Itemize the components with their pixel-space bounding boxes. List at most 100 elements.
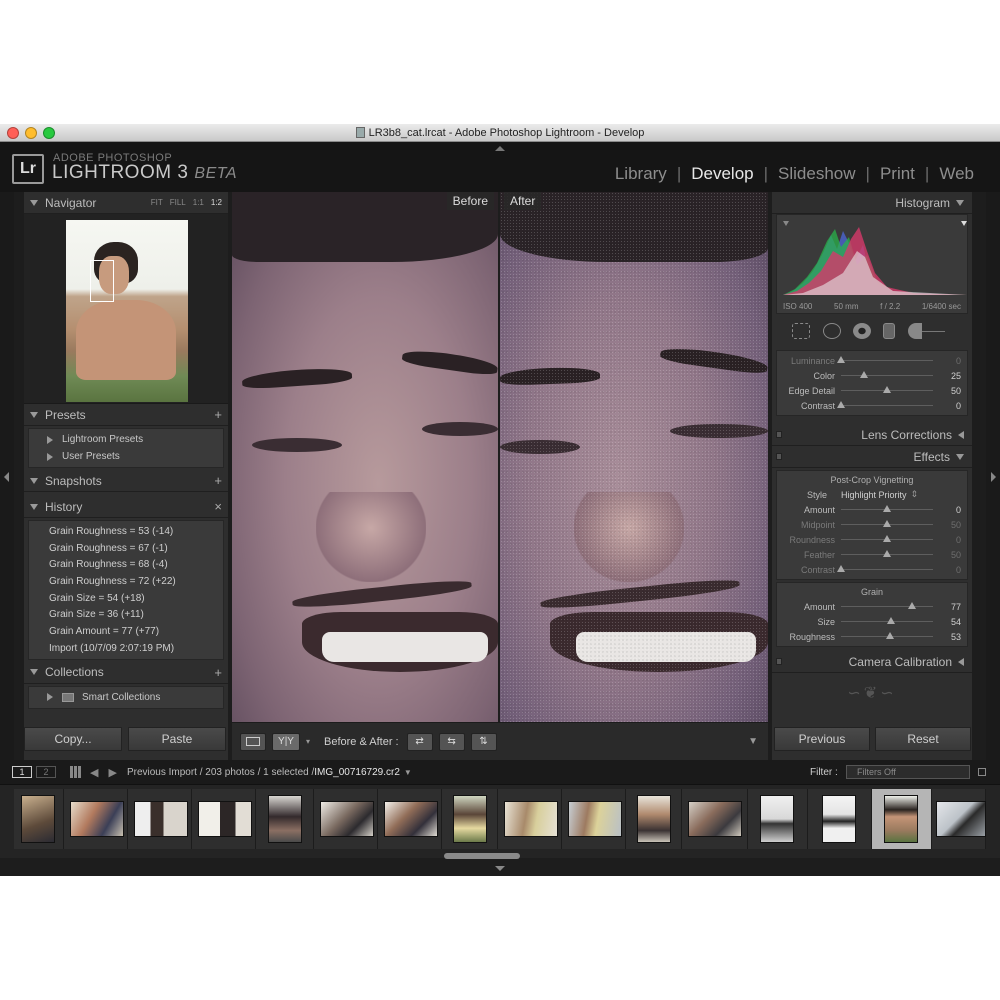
filmstrip-thumbnail[interactable]	[626, 789, 682, 849]
slider-knob[interactable]	[837, 356, 845, 363]
crop-tool-icon[interactable]	[792, 323, 811, 339]
add-collection-icon[interactable]: +	[214, 665, 222, 680]
top-panel-arrow-icon[interactable]	[495, 146, 505, 151]
filename-dropdown-icon[interactable]: ▼	[404, 768, 412, 777]
filter-lock-icon[interactable]	[978, 768, 986, 776]
loupe-view-button[interactable]	[240, 732, 266, 751]
filmstrip-thumbnail[interactable]	[64, 789, 128, 849]
grain-size-slider[interactable]: Size 54	[777, 614, 967, 629]
add-snapshot-icon[interactable]: +	[214, 473, 222, 488]
before-image[interactable]: Before	[232, 192, 498, 722]
collections-header[interactable]: Collections +	[24, 661, 228, 684]
camera-calibration-header[interactable]: Camera Calibration	[772, 651, 972, 673]
filmstrip-thumbnail[interactable]	[562, 789, 626, 849]
zoom-1-2[interactable]: 1:2	[211, 198, 222, 207]
noise-contrast-slider[interactable]: Contrast 0	[777, 398, 967, 413]
current-filename[interactable]: IMG_00716729.cr2	[314, 767, 400, 778]
paste-button[interactable]: Paste	[128, 727, 226, 751]
view-dropdown-icon[interactable]: ▾	[306, 737, 310, 746]
after-image[interactable]: After	[500, 192, 768, 722]
filmstrip-thumbnail[interactable]	[128, 789, 192, 849]
noise-edge-detail-slider[interactable]: Edge Detail 50	[777, 383, 967, 398]
grain-amount-slider[interactable]: Amount 77	[777, 599, 967, 614]
vignette-contrast-slider[interactable]: Contrast 0	[777, 562, 967, 577]
copy-after-to-before-button[interactable]: ⇆	[438, 732, 465, 751]
history-item[interactable]: Import (10/7/09 2:07:19 PM)	[29, 640, 223, 657]
history-item[interactable]: Grain Roughness = 53 (-14)	[29, 523, 223, 540]
copy-before-to-after-button[interactable]: ⇄	[406, 732, 433, 751]
filter-select[interactable]: Filters Off	[846, 765, 970, 779]
filmstrip-thumbnail[interactable]	[498, 789, 562, 849]
filmstrip-thumbnail[interactable]	[442, 789, 498, 849]
filmstrip-thumbnail[interactable]	[682, 789, 748, 849]
navigator-preview[interactable]	[24, 214, 228, 404]
smart-collections-item[interactable]: Smart Collections	[29, 689, 223, 706]
module-print[interactable]: Print	[870, 164, 925, 184]
grain-roughness-slider[interactable]: Roughness 53	[777, 629, 967, 644]
filmstrip-thumbnail[interactable]	[14, 789, 64, 849]
module-library[interactable]: Library	[605, 164, 677, 184]
slider-knob[interactable]	[837, 565, 845, 572]
lens-corrections-header[interactable]: Lens Corrections	[772, 424, 972, 446]
presets-header[interactable]: Presets +	[24, 404, 228, 426]
left-arrow-icon[interactable]	[4, 472, 9, 482]
filmstrip-scrollbar[interactable]	[444, 853, 520, 859]
noise-luminance-slider[interactable]: Luminance 0	[777, 353, 967, 368]
slider-knob[interactable]	[883, 505, 891, 512]
before-after-view-button[interactable]: Y|Y	[272, 732, 300, 751]
zoom-1-1[interactable]: 1:1	[193, 198, 204, 207]
clear-history-icon[interactable]: ×	[214, 499, 222, 514]
module-develop[interactable]: Develop	[681, 164, 763, 184]
snapshots-header[interactable]: Snapshots +	[24, 470, 228, 492]
right-panel-edge[interactable]	[986, 192, 1000, 760]
preset-folder[interactable]: User Presets	[29, 448, 223, 465]
history-item[interactable]: Grain Size = 54 (+18)	[29, 590, 223, 607]
panel-switch-icon[interactable]	[776, 658, 782, 665]
history-item[interactable]: Grain Roughness = 68 (-4)	[29, 556, 223, 573]
filmstrip-thumbnail[interactable]	[314, 789, 378, 849]
vignette-style-select[interactable]: Style Highlight Priority ⇕	[777, 487, 967, 502]
filmstrip-thumbnail[interactable]	[256, 789, 314, 849]
filmstrip-thumbnail[interactable]	[378, 789, 442, 849]
zoom-rectangle[interactable]	[90, 260, 114, 302]
panel-switch-icon[interactable]	[776, 431, 782, 438]
swap-before-after-button[interactable]: ⇅	[470, 732, 497, 751]
panel-switch-icon[interactable]	[776, 453, 782, 460]
filmstrip-thumbnail[interactable]	[748, 789, 808, 849]
history-item[interactable]: Grain Roughness = 67 (-1)	[29, 540, 223, 557]
copy-button[interactable]: Copy...	[24, 727, 122, 751]
forward-arrow-icon[interactable]: ▶	[108, 766, 116, 779]
reset-button[interactable]: Reset	[875, 727, 971, 751]
source-path[interactable]: Previous Import / 203 photos / 1 selecte…	[127, 767, 314, 778]
adjustment-brush-icon[interactable]	[907, 323, 952, 339]
graduated-filter-icon[interactable]	[883, 323, 896, 339]
effects-header[interactable]: Effects	[772, 446, 972, 468]
filmstrip-thumbnail[interactable]	[192, 789, 256, 849]
navigator-image[interactable]	[66, 220, 188, 402]
back-arrow-icon[interactable]: ◀	[90, 766, 98, 779]
bottom-panel-arrow-icon[interactable]	[495, 866, 505, 871]
second-screen-button[interactable]: 2	[36, 766, 56, 778]
filmstrip-thumbnail-selected[interactable]	[872, 789, 932, 849]
preset-folder[interactable]: Lightroom Presets	[29, 431, 223, 448]
slider-knob[interactable]	[883, 386, 891, 393]
toolbar-menu-icon[interactable]: ▼	[748, 736, 758, 747]
slider-knob[interactable]	[860, 371, 868, 378]
zoom-fit[interactable]: FIT	[151, 198, 163, 207]
slider-knob[interactable]	[883, 550, 891, 557]
vignette-roundness-slider[interactable]: Roundness 0	[777, 532, 967, 547]
slider-knob[interactable]	[886, 617, 895, 624]
filmstrip-thumbnail[interactable]	[808, 789, 872, 849]
history-header[interactable]: History ×	[24, 496, 228, 518]
vignette-midpoint-slider[interactable]: Midpoint 50	[777, 517, 967, 532]
history-item[interactable]: Grain Roughness = 72 (+22)	[29, 573, 223, 590]
navigator-header[interactable]: Navigator FIT FILL 1:1 1:2	[24, 192, 228, 214]
slider-knob[interactable]	[883, 520, 891, 527]
spot-removal-icon[interactable]	[822, 323, 841, 339]
slider-knob[interactable]	[885, 632, 894, 639]
module-web[interactable]: Web	[929, 164, 984, 184]
slider-knob[interactable]	[883, 535, 891, 542]
histogram-header[interactable]: Histogram	[772, 192, 972, 214]
histogram[interactable]: ISO 400 50 mm f / 2.2 1/6400 sec	[776, 214, 968, 314]
previous-button[interactable]: Previous	[774, 727, 870, 751]
